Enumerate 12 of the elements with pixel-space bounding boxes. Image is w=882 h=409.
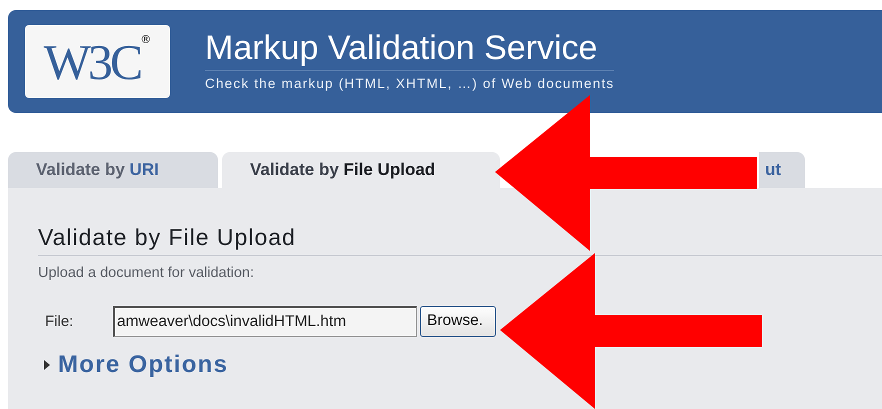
browse-button[interactable]: Browse.: [420, 306, 496, 336]
field-label: File:: [45, 312, 74, 330]
tab[interactable]: ut: [759, 152, 805, 188]
disclosure-triangle-icon[interactable]: [44, 360, 50, 370]
page-subtitle: Check the markup (HTML, XHTML, …) of Web documents: [205, 76, 614, 90]
tab[interactable]: Validate by URI: [8, 152, 218, 188]
logo[interactable]: W3C$^{®}$: [25, 25, 170, 98]
tab[interactable]: Validate by File Upload: [222, 152, 500, 188]
page-title: Markup Validation Service: [205, 28, 614, 70]
more-options-link[interactable]: More Options: [58, 351, 228, 379]
file-path-field[interactable]: amweaver\docs\invalidHTML.htm: [113, 306, 417, 336]
instruction-text: Upload a document for validation:: [38, 265, 256, 281]
